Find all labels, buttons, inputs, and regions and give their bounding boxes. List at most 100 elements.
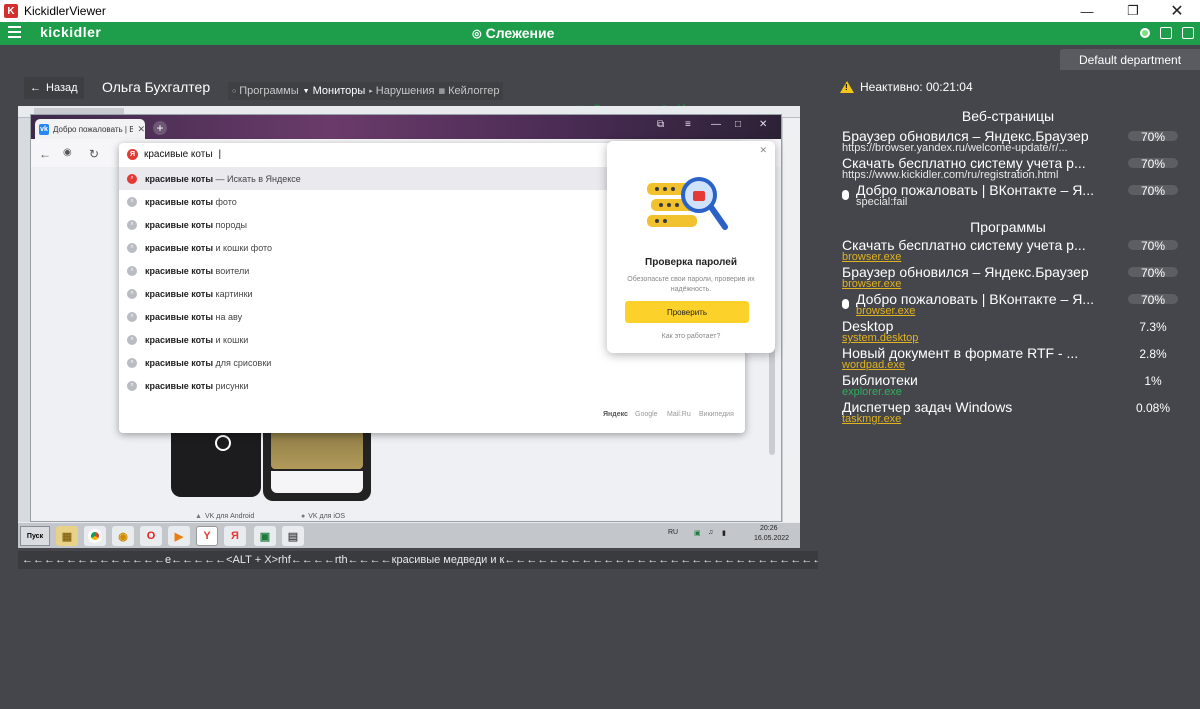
department-tab[interactable]: Default department <box>1060 49 1200 70</box>
suggestion-completion: фото <box>213 196 237 207</box>
tab-tracking[interactable]: ◎ Слежение <box>472 25 554 41</box>
search-icon: ⌕ <box>127 242 137 253</box>
media-taskbar-icon[interactable]: ▶ <box>168 526 190 546</box>
protect-icon[interactable]: ◉ <box>63 147 72 158</box>
tray-network-icon[interactable]: ▣ <box>694 529 701 537</box>
browser-minimize-icon[interactable]: — <box>711 119 721 130</box>
opera-taskbar-icon[interactable]: O <box>140 526 162 546</box>
usage-percent: 7.3% <box>1139 320 1167 334</box>
popup-description: Обезопасьте свои пароли, проверив их над… <box>627 276 755 293</box>
engine-yandex[interactable]: Яндекс <box>603 411 628 418</box>
suggestion-completion: на аву <box>213 311 243 322</box>
maximize-button[interactable]: ❐ <box>1110 0 1156 22</box>
start-button[interactable]: Пуск <box>20 526 50 546</box>
minimize-button[interactable]: — <box>1064 0 1110 22</box>
browser-maximize-icon[interactable]: □ <box>735 119 741 130</box>
suggestion-query: красивые коты <box>145 173 214 184</box>
subtab-violations[interactable]: ▸ Нарушения <box>369 85 434 97</box>
fullscreen-icon[interactable] <box>1182 27 1194 39</box>
check-passwords-button[interactable]: Проверить <box>625 301 749 323</box>
remote-screen-view[interactable]: vk Добро пожаловать | ВК ✕ + ⧉ ≡ — □ ✕ ←… <box>18 106 800 548</box>
program-item[interactable]: browser.exe Добро пожаловать | ВКонтакте … <box>842 291 1182 317</box>
suggestion-query: красивые коты <box>145 242 214 253</box>
kickidler-taskbar-icon[interactable]: ▣ <box>254 526 276 546</box>
tray-volume-icon[interactable]: ♫ <box>708 529 713 536</box>
suggestion-completion: и кошки <box>213 334 249 345</box>
subtab-monitors[interactable]: ▼ Мониторы <box>303 85 366 97</box>
suggestion-item[interactable]: ⌕ красивые коты рисунки <box>119 374 745 397</box>
explorer-taskbar-icon[interactable]: ▦ <box>56 526 78 546</box>
how-it-works-link[interactable]: Как это работает? <box>607 333 775 340</box>
engine-wikipedia[interactable]: Википедия <box>699 411 734 418</box>
engine-mailru[interactable]: Mail.Ru <box>667 411 691 418</box>
popup-close-icon[interactable]: ✕ <box>759 145 767 156</box>
web-page-item[interactable]: special:fail Добро пожаловать | ВКонтакте… <box>842 182 1182 208</box>
mouse-icon <box>842 190 849 200</box>
keylogger-line: ←←←←←←←←←←←←←е←←←←←<ALT + X>rhf←←←←rth←←… <box>18 551 818 569</box>
browser-close-icon[interactable]: ✕ <box>759 119 767 130</box>
search-icon: ⌕ <box>127 288 137 299</box>
item-title: Браузер обновился – Яндекс.Браузер <box>842 264 1089 280</box>
vk-android-label[interactable]: ▲ VK для Android <box>195 513 254 520</box>
kickidler-logo: kickidler <box>40 24 102 40</box>
subtab-programs[interactable]: ○ Программы <box>232 85 299 97</box>
tab-close-icon[interactable]: ✕ <box>137 124 145 135</box>
hamburger-menu-icon[interactable] <box>8 26 21 40</box>
password-magnifier-icon <box>647 177 728 230</box>
suggestion-completion: породы <box>213 219 247 230</box>
suggestion-query: красивые коты <box>145 334 214 345</box>
back-label: Назад <box>46 82 78 94</box>
monitor-icon: ▼ <box>302 87 310 95</box>
item-title: Новый документ в формате RTF - ... <box>842 345 1079 361</box>
subtab-violations-label: Нарушения <box>375 85 435 97</box>
connection-status-icon <box>1140 28 1150 38</box>
web-page-item[interactable]: https://browser.yandex.ru/welcome-update… <box>842 128 1182 154</box>
program-item[interactable]: wordpad.exe Новый документ в формате RTF … <box>842 345 1182 371</box>
close-button[interactable]: ✕ <box>1154 0 1200 22</box>
vk-android-text: VK для Android <box>204 513 255 520</box>
arrow-left-icon: ← <box>30 82 41 94</box>
search-icon: ⌕ <box>127 334 137 345</box>
usage-percent: 70% <box>1140 157 1166 171</box>
export-icon[interactable] <box>1160 27 1172 39</box>
program-item[interactable]: browser.exe Браузер обновился – Яндекс.Бр… <box>842 264 1182 290</box>
tray-date[interactable]: 16.05.2022 <box>754 535 789 542</box>
web-page-item[interactable]: https://www.kickidler.com/ru/registratio… <box>842 155 1182 181</box>
subtab-keylogger[interactable]: ▦ Кейлоггер <box>438 85 499 97</box>
suggestion-item[interactable]: ⌕ красивые коты для срисовки <box>119 351 745 374</box>
tray-battery-icon[interactable]: ▮ <box>722 529 726 537</box>
program-item[interactable]: browser.exe Скачать бесплатно систему уче… <box>842 237 1182 263</box>
engine-google[interactable]: Google <box>635 411 658 418</box>
usage-percent: 70% <box>1140 130 1166 144</box>
inactivity-label: Неактивно: 00:21:04 <box>860 80 973 94</box>
item-title: Браузер обновился – Яндекс.Браузер <box>842 128 1089 144</box>
document-taskbar-icon[interactable]: ▤ <box>282 526 304 546</box>
yandex-browser-window: vk Добро пожаловать | ВК ✕ + ⧉ ≡ — □ ✕ ←… <box>30 114 782 522</box>
yandex-browser-taskbar-icon[interactable]: Y <box>196 526 218 546</box>
yandex-search-icon: ⌕ <box>127 173 137 184</box>
back-arrow-icon[interactable]: ← <box>39 147 51 161</box>
new-tab-icon[interactable]: + <box>153 121 167 135</box>
usage-percent: 1% <box>1144 374 1162 388</box>
tray-language[interactable]: RU <box>668 529 678 536</box>
browser-taskbar-icon[interactable]: ◉ <box>112 526 134 546</box>
search-icon: ⌕ <box>127 196 137 207</box>
bookmarks-icon[interactable]: ⧉ <box>657 119 664 130</box>
item-title: Добро пожаловать | ВКонтакте – Я... <box>856 291 1094 307</box>
program-item[interactable]: system.desktop Desktop 7.3% <box>842 318 1182 344</box>
mouse-icon <box>842 299 849 309</box>
browser-menu-icon[interactable]: ≡ <box>685 119 691 130</box>
back-button[interactable]: ← Назад <box>24 77 84 99</box>
chrome-taskbar-icon[interactable] <box>84 526 106 546</box>
yandex-taskbar-icon[interactable]: Я <box>224 526 246 546</box>
web-pages-heading: Веб-страницы <box>961 108 1055 124</box>
browser-tab[interactable]: vk Добро пожаловать | ВК ✕ <box>35 119 145 139</box>
tray-time[interactable]: 20:26 <box>760 525 778 532</box>
vk-ios-text: VK для iOS <box>308 513 346 520</box>
android-icon: ▲ <box>195 513 202 520</box>
program-item[interactable]: taskmgr.exe Диспетчер задач Windows 0.08% <box>842 399 1182 425</box>
program-item[interactable]: explorer.exe Библиотеки 1% <box>842 372 1182 398</box>
suggestion-query: красивые коты <box>145 196 214 207</box>
vk-ios-label[interactable]: ● VK для iOS <box>301 513 345 520</box>
reload-icon[interactable]: ↻ <box>89 147 99 161</box>
